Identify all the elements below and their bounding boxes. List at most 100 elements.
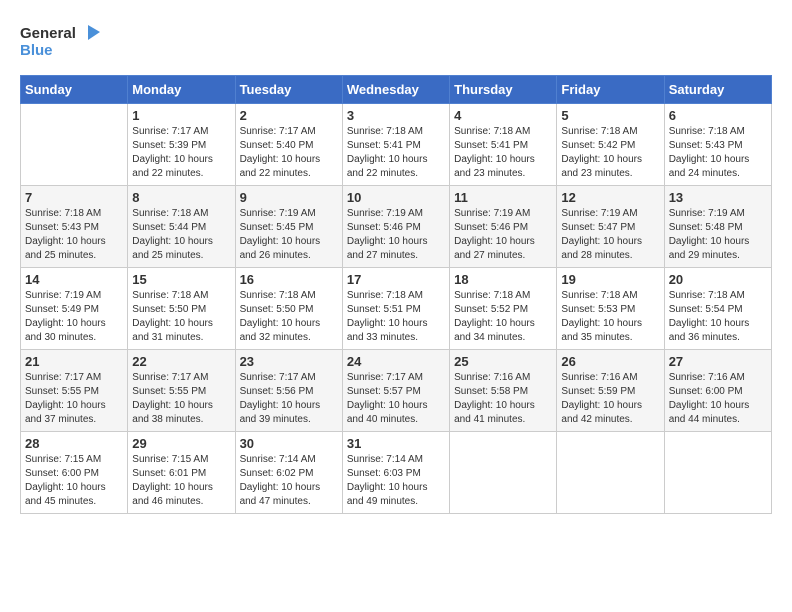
header-cell-sunday: Sunday <box>21 76 128 104</box>
day-cell: 4 Sunrise: 7:18 AM Sunset: 5:41 PM Daylig… <box>450 104 557 186</box>
svg-text:General: General <box>20 25 76 42</box>
day-info: Sunrise: 7:14 AM Sunset: 6:02 PM Dayligh… <box>240 453 338 509</box>
day-cell <box>664 432 771 514</box>
day-cell: 25 Sunrise: 7:16 AM Sunset: 5:58 PM Dayli… <box>450 350 557 432</box>
day-cell: 14 Sunrise: 7:19 AM Sunset: 5:49 PM Dayli… <box>21 268 128 350</box>
day-cell: 18 Sunrise: 7:18 AM Sunset: 5:52 PM Dayli… <box>450 268 557 350</box>
day-number: 18 <box>454 272 552 287</box>
day-info: Sunrise: 7:14 AM Sunset: 6:03 PM Dayligh… <box>347 453 445 509</box>
week-row-2: 7Sunrise: 7:18 AM Sunset: 5:43 PM Daylig… <box>21 186 772 268</box>
calendar-table: SundayMondayTuesdayWednesdayThursdayFrid… <box>20 75 772 514</box>
header-cell-thursday: Thursday <box>450 76 557 104</box>
header-cell-friday: Friday <box>557 76 664 104</box>
day-number: 9 <box>240 190 338 205</box>
day-number: 19 <box>561 272 659 287</box>
day-cell: 12Sunrise: 7:19 AM Sunset: 5:47 PM Dayli… <box>557 186 664 268</box>
day-info: Sunrise: 7:15 AM Sunset: 6:00 PM Dayligh… <box>25 453 123 509</box>
day-info: Sunrise: 7:18 AM Sunset: 5:43 PM Dayligh… <box>669 125 767 181</box>
day-number: 16 <box>240 272 338 287</box>
day-cell: 22Sunrise: 7:17 AM Sunset: 5:55 PM Dayli… <box>128 350 235 432</box>
day-number: 5 <box>561 108 659 123</box>
day-cell <box>557 432 664 514</box>
day-cell: 15 Sunrise: 7:18 AM Sunset: 5:50 PM Dayli… <box>128 268 235 350</box>
day-info: Sunrise: 7:18 AM Sunset: 5:53 PM Dayligh… <box>561 289 659 345</box>
day-cell: 10 Sunrise: 7:19 AM Sunset: 5:46 PM Dayli… <box>342 186 449 268</box>
day-cell: 29 Sunrise: 7:15 AM Sunset: 6:01 PM Dayli… <box>128 432 235 514</box>
day-number: 24 <box>347 354 445 369</box>
day-cell: 5 Sunrise: 7:18 AM Sunset: 5:42 PM Daylig… <box>557 104 664 186</box>
day-info: Sunrise: 7:18 AM Sunset: 5:43 PM Dayligh… <box>25 207 123 263</box>
day-cell: 8 Sunrise: 7:18 AM Sunset: 5:44 PM Daylig… <box>128 186 235 268</box>
day-number: 20 <box>669 272 767 287</box>
day-info: Sunrise: 7:16 AM Sunset: 5:58 PM Dayligh… <box>454 371 552 427</box>
day-cell: 28 Sunrise: 7:15 AM Sunset: 6:00 PM Dayli… <box>21 432 128 514</box>
day-info: Sunrise: 7:18 AM Sunset: 5:52 PM Dayligh… <box>454 289 552 345</box>
day-number: 2 <box>240 108 338 123</box>
day-number: 11 <box>454 190 552 205</box>
day-number: 15 <box>132 272 230 287</box>
day-number: 6 <box>669 108 767 123</box>
day-cell: 2 Sunrise: 7:17 AM Sunset: 5:40 PM Daylig… <box>235 104 342 186</box>
day-number: 31 <box>347 436 445 451</box>
day-info: Sunrise: 7:18 AM Sunset: 5:41 PM Dayligh… <box>347 125 445 181</box>
day-info: Sunrise: 7:18 AM Sunset: 5:51 PM Dayligh… <box>347 289 445 345</box>
day-number: 1 <box>132 108 230 123</box>
day-number: 25 <box>454 354 552 369</box>
day-cell: 16Sunrise: 7:18 AM Sunset: 5:50 PM Dayli… <box>235 268 342 350</box>
day-info: Sunrise: 7:16 AM Sunset: 5:59 PM Dayligh… <box>561 371 659 427</box>
day-number: 4 <box>454 108 552 123</box>
day-number: 8 <box>132 190 230 205</box>
day-cell <box>450 432 557 514</box>
day-cell: 20 Sunrise: 7:18 AM Sunset: 5:54 PM Dayli… <box>664 268 771 350</box>
logo-icon: GeneralBlue <box>20 20 110 65</box>
day-info: Sunrise: 7:18 AM Sunset: 5:44 PM Dayligh… <box>132 207 230 263</box>
day-info: Sunrise: 7:18 AM Sunset: 5:41 PM Dayligh… <box>454 125 552 181</box>
day-cell: 1 Sunrise: 7:17 AM Sunset: 5:39 PM Daylig… <box>128 104 235 186</box>
day-info: Sunrise: 7:17 AM Sunset: 5:57 PM Dayligh… <box>347 371 445 427</box>
day-info: Sunrise: 7:19 AM Sunset: 5:49 PM Dayligh… <box>25 289 123 345</box>
day-info: Sunrise: 7:19 AM Sunset: 5:48 PM Dayligh… <box>669 207 767 263</box>
week-row-4: 21 Sunrise: 7:17 AM Sunset: 5:55 PM Dayli… <box>21 350 772 432</box>
week-row-3: 14 Sunrise: 7:19 AM Sunset: 5:49 PM Dayli… <box>21 268 772 350</box>
day-info: Sunrise: 7:19 AM Sunset: 5:46 PM Dayligh… <box>347 207 445 263</box>
week-row-5: 28 Sunrise: 7:15 AM Sunset: 6:00 PM Dayli… <box>21 432 772 514</box>
day-number: 12 <box>561 190 659 205</box>
day-cell: 19 Sunrise: 7:18 AM Sunset: 5:53 PM Dayli… <box>557 268 664 350</box>
day-info: Sunrise: 7:17 AM Sunset: 5:39 PM Dayligh… <box>132 125 230 181</box>
svg-text:Blue: Blue <box>20 42 53 59</box>
day-number: 28 <box>25 436 123 451</box>
day-info: Sunrise: 7:17 AM Sunset: 5:56 PM Dayligh… <box>240 371 338 427</box>
day-cell: 11Sunrise: 7:19 AM Sunset: 5:46 PM Dayli… <box>450 186 557 268</box>
day-info: Sunrise: 7:17 AM Sunset: 5:55 PM Dayligh… <box>132 371 230 427</box>
week-row-1: 1 Sunrise: 7:17 AM Sunset: 5:39 PM Daylig… <box>21 104 772 186</box>
day-info: Sunrise: 7:18 AM Sunset: 5:50 PM Dayligh… <box>132 289 230 345</box>
logo: GeneralBlue <box>20 20 110 65</box>
day-number: 10 <box>347 190 445 205</box>
day-info: Sunrise: 7:17 AM Sunset: 5:40 PM Dayligh… <box>240 125 338 181</box>
day-number: 17 <box>347 272 445 287</box>
day-info: Sunrise: 7:15 AM Sunset: 6:01 PM Dayligh… <box>132 453 230 509</box>
day-cell: 21Sunrise: 7:17 AM Sunset: 5:55 PM Dayli… <box>21 350 128 432</box>
header: GeneralBlue <box>20 20 772 65</box>
day-number: 13 <box>669 190 767 205</box>
day-cell: 26 Sunrise: 7:16 AM Sunset: 5:59 PM Dayli… <box>557 350 664 432</box>
day-cell: 27 Sunrise: 7:16 AM Sunset: 6:00 PM Dayli… <box>664 350 771 432</box>
day-cell: 31 Sunrise: 7:14 AM Sunset: 6:03 PM Dayli… <box>342 432 449 514</box>
day-cell: 13 Sunrise: 7:19 AM Sunset: 5:48 PM Dayli… <box>664 186 771 268</box>
day-cell <box>21 104 128 186</box>
day-number: 23 <box>240 354 338 369</box>
day-number: 14 <box>25 272 123 287</box>
day-number: 29 <box>132 436 230 451</box>
day-cell: 24 Sunrise: 7:17 AM Sunset: 5:57 PM Dayli… <box>342 350 449 432</box>
day-cell: 7Sunrise: 7:18 AM Sunset: 5:43 PM Daylig… <box>21 186 128 268</box>
day-info: Sunrise: 7:18 AM Sunset: 5:54 PM Dayligh… <box>669 289 767 345</box>
day-number: 30 <box>240 436 338 451</box>
day-number: 27 <box>669 354 767 369</box>
day-cell: 3Sunrise: 7:18 AM Sunset: 5:41 PM Daylig… <box>342 104 449 186</box>
day-info: Sunrise: 7:18 AM Sunset: 5:42 PM Dayligh… <box>561 125 659 181</box>
day-info: Sunrise: 7:16 AM Sunset: 6:00 PM Dayligh… <box>669 371 767 427</box>
day-number: 21 <box>25 354 123 369</box>
day-cell: 23 Sunrise: 7:17 AM Sunset: 5:56 PM Dayli… <box>235 350 342 432</box>
day-number: 26 <box>561 354 659 369</box>
day-cell: 9Sunrise: 7:19 AM Sunset: 5:45 PM Daylig… <box>235 186 342 268</box>
